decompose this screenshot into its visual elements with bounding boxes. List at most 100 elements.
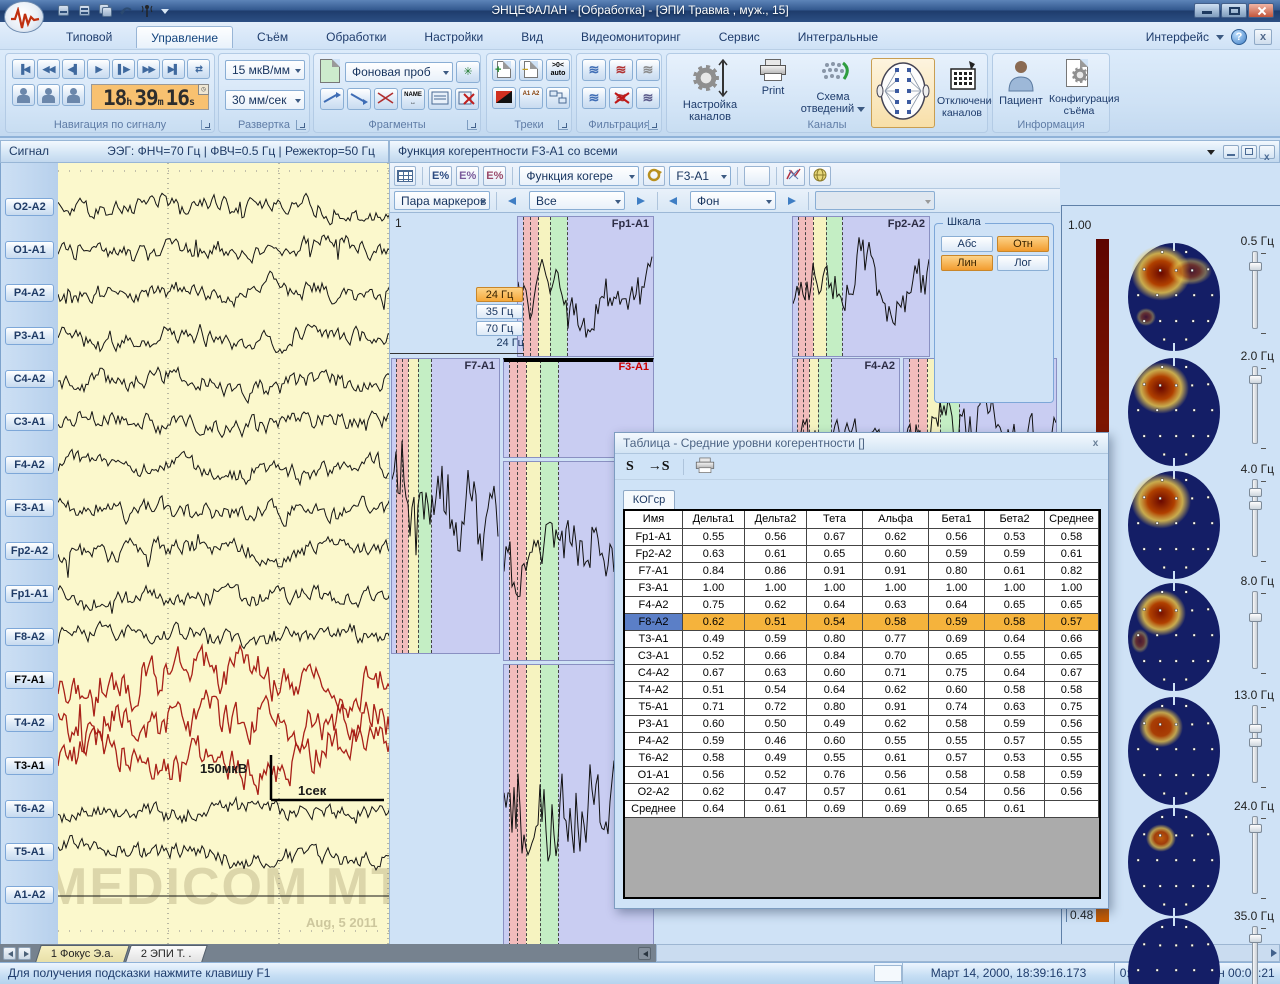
cell-O2-A2-6[interactable]: 0.56	[985, 784, 1045, 801]
channel-combo[interactable]: F3-A1	[669, 166, 731, 186]
cell-O1-A1-2[interactable]: 0.52	[745, 767, 807, 784]
cell-F7-A1-2[interactable]: 0.86	[745, 563, 807, 580]
close-button[interactable]	[1248, 3, 1274, 18]
cell-T4-A2-3[interactable]: 0.64	[807, 682, 863, 699]
cell-C4-A2-2[interactable]: 0.63	[745, 665, 807, 682]
cell-Fp2-A2-2[interactable]: 0.61	[745, 546, 807, 563]
cell-C4-A2-4[interactable]: 0.71	[863, 665, 929, 682]
cell-T5-A1-3[interactable]: 0.80	[807, 699, 863, 716]
row-name[interactable]: F8-A2	[625, 614, 683, 631]
cell-F7-A1-6[interactable]: 0.61	[985, 563, 1045, 580]
table-row-F4-A2[interactable]: F4-A20.750.620.640.630.640.650.65	[625, 597, 1099, 614]
globe-icon[interactable]	[809, 166, 831, 186]
channel-label-T3-A1[interactable]: T3-A1	[5, 757, 54, 775]
cell-F3-A1-6[interactable]: 1.00	[985, 580, 1045, 597]
topo-slider-5[interactable]	[1252, 705, 1258, 783]
cell-T5-A1-6[interactable]: 0.63	[985, 699, 1045, 716]
disable-channels-button[interactable]: Отключение каналов	[937, 58, 987, 128]
cell-T5-A1-5[interactable]: 0.74	[929, 699, 985, 716]
ribbon-tab-9[interactable]: Интегральные	[784, 26, 892, 47]
slider-thumb[interactable]	[1249, 488, 1262, 497]
cell-Среднее-5[interactable]: 0.65	[929, 801, 985, 818]
cell-C3-A1-7[interactable]: 0.65	[1045, 648, 1099, 665]
fragment-combo[interactable]: Фоновая проб	[345, 62, 453, 82]
table-row-T4-A2[interactable]: T4-A20.510.540.640.620.600.580.58	[625, 682, 1099, 699]
cell-Fp1-A1-7[interactable]: 0.58	[1045, 529, 1099, 546]
row-name[interactable]: T5-A1	[625, 699, 683, 716]
panel-dropdown-icon[interactable]	[1207, 150, 1215, 155]
nav-button-1[interactable]: ▐◀	[12, 59, 35, 79]
cell-O2-A2-5[interactable]: 0.54	[929, 784, 985, 801]
cell-T5-A1-7[interactable]: 0.75	[1045, 699, 1099, 716]
panel-minimize-button[interactable]	[1223, 145, 1239, 159]
patient-time-icon[interactable]	[62, 84, 85, 106]
cell-F3-A1-3[interactable]: 1.00	[807, 580, 863, 597]
cell-F4-A2-5[interactable]: 0.64	[929, 597, 985, 614]
cell-T6-A2-6[interactable]: 0.53	[985, 750, 1045, 767]
ribbon-tab-6[interactable]: Вид	[507, 26, 557, 47]
chart-settings-icon[interactable]	[783, 166, 805, 186]
cell-Fp1-A1-4[interactable]: 0.62	[863, 529, 929, 546]
cell-P3-A1-3[interactable]: 0.49	[807, 716, 863, 733]
fragment-list-icon[interactable]	[428, 88, 452, 110]
ribbon-tab-2[interactable]: Управление	[136, 26, 233, 48]
cell-Fp2-A2-1[interactable]: 0.63	[683, 546, 745, 563]
scale-log-button[interactable]: Лог	[997, 255, 1049, 271]
slider-thumb[interactable]	[1249, 738, 1262, 747]
cell-F8-A2-4[interactable]: 0.58	[863, 614, 929, 631]
table-print-icon[interactable]	[694, 457, 716, 475]
cell-O2-A2-4[interactable]: 0.61	[863, 784, 929, 801]
dialog-launcher-icon[interactable]	[296, 120, 306, 130]
cell-F4-A2-4[interactable]: 0.63	[863, 597, 929, 614]
nav-button-4[interactable]: ▶	[87, 59, 110, 79]
track-order-icon[interactable]	[546, 87, 570, 109]
cell-C3-A1-4[interactable]: 0.70	[863, 648, 929, 665]
cell-P3-A1-2[interactable]: 0.50	[745, 716, 807, 733]
cell-P4-A2-3[interactable]: 0.60	[807, 733, 863, 750]
freq-button-1[interactable]: 24 Гц	[476, 287, 523, 302]
print-icon[interactable]	[744, 166, 770, 186]
table-row-O1-A1[interactable]: O1-A10.560.520.760.560.580.580.59	[625, 767, 1099, 784]
nav-button-3[interactable]: ◀▌	[62, 59, 85, 79]
topo-map-1[interactable]	[1124, 241, 1224, 353]
print-button[interactable]: Print	[751, 58, 795, 128]
track-invert-icon[interactable]	[492, 87, 516, 109]
tab-scroll-end-icon[interactable]	[638, 947, 651, 960]
cell-Fp1-A1-5[interactable]: 0.56	[929, 529, 985, 546]
fragment-delete-icon[interactable]	[455, 88, 479, 110]
cell-Среднее-3[interactable]: 0.69	[807, 801, 863, 818]
prev-fragment-button[interactable]	[664, 192, 686, 210]
table-window-title[interactable]: Таблица - Средние уровни когерентности […	[615, 433, 1108, 454]
cell-Среднее-6[interactable]: 0.61	[985, 801, 1045, 818]
cell-P3-A1-1[interactable]: 0.60	[683, 716, 745, 733]
ribbon-tab-3[interactable]: Съём	[243, 26, 302, 47]
row-name[interactable]: P3-A1	[625, 716, 683, 733]
table-row-T6-A2[interactable]: T6-A20.580.490.550.610.570.530.55	[625, 750, 1099, 767]
nav-button-5[interactable]: ▌▶	[112, 59, 135, 79]
cell-F7-A1-5[interactable]: 0.80	[929, 563, 985, 580]
fragment-name-icon[interactable]: NAME↔	[401, 88, 425, 110]
acquisition-config-button[interactable]: Конфигурация съёма	[1049, 58, 1109, 128]
cell-O1-A1-6[interactable]: 0.58	[985, 767, 1045, 784]
cell-P4-A2-6[interactable]: 0.57	[985, 733, 1045, 750]
row-name[interactable]: C3-A1	[625, 648, 683, 665]
channel-label-F7-A1[interactable]: F7-A1	[5, 671, 54, 689]
column-header-1[interactable]: Имя	[625, 511, 683, 529]
cell-Fp1-A1-6[interactable]: 0.53	[985, 529, 1045, 546]
channel-label-F8-A2[interactable]: F8-A2	[5, 628, 54, 646]
cell-F3-A1-2[interactable]: 1.00	[745, 580, 807, 597]
stat-e2-button[interactable]: E%	[456, 166, 479, 186]
cell-Среднее-7[interactable]	[1045, 801, 1099, 818]
cell-O1-A1-3[interactable]: 0.76	[807, 767, 863, 784]
cell-F8-A2-5[interactable]: 0.59	[929, 614, 985, 631]
coherence-plot-F7-A1[interactable]: F7-A1	[391, 358, 500, 654]
topo-slider-6[interactable]	[1252, 816, 1258, 894]
gain-combo[interactable]: 15 мкВ/мм	[225, 60, 305, 80]
scrollbar-right-arrow-icon[interactable]	[1271, 949, 1277, 957]
cell-F3-A1-1[interactable]: 1.00	[683, 580, 745, 597]
cell-O1-A1-1[interactable]: 0.56	[683, 767, 745, 784]
topo-slider-3[interactable]	[1252, 479, 1258, 557]
cell-F4-A2-1[interactable]: 0.75	[683, 597, 745, 614]
channel-label-F4-A2[interactable]: F4-A2	[5, 456, 54, 474]
cell-T6-A2-5[interactable]: 0.57	[929, 750, 985, 767]
